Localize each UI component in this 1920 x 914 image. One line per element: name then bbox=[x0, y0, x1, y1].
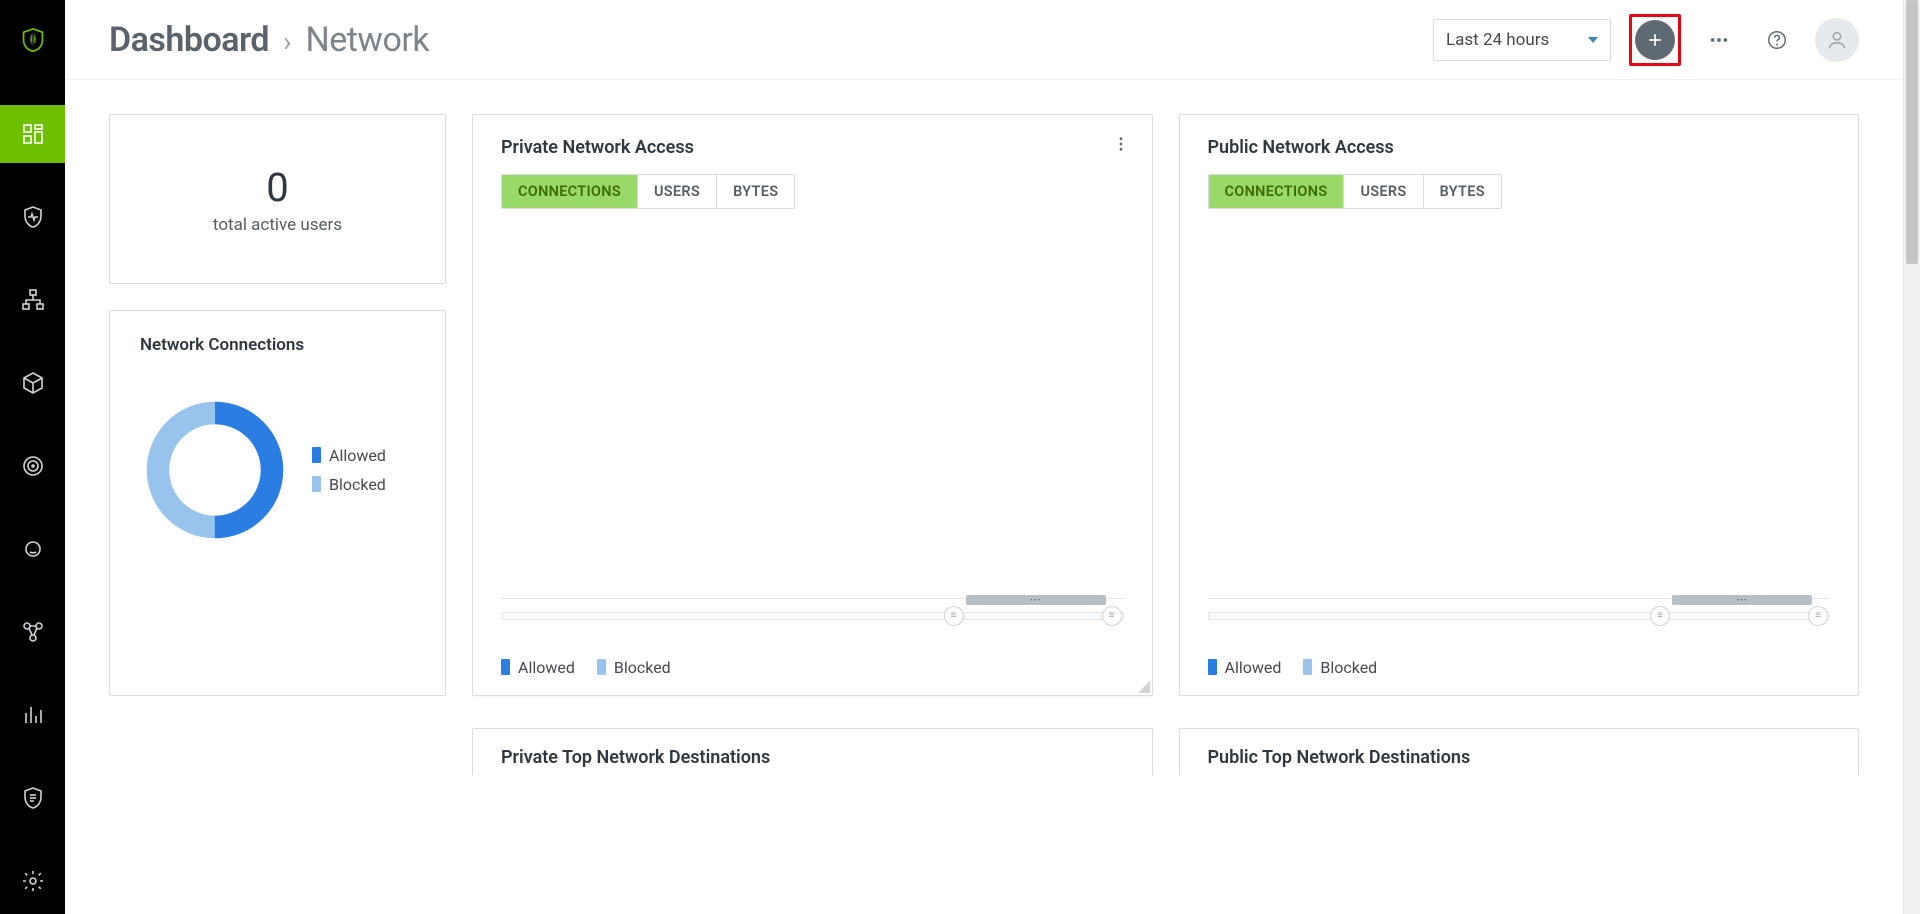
panel-legend: Allowed Blocked bbox=[501, 658, 1124, 677]
legend-blocked: Blocked bbox=[1303, 658, 1377, 677]
side-nav bbox=[0, 0, 65, 914]
card-title: Public Top Network Destinations bbox=[1208, 747, 1831, 768]
range-handle-end[interactable]: ≡ bbox=[1808, 606, 1828, 626]
sidebar-item-policies[interactable] bbox=[0, 769, 65, 827]
sidebar-item-settings[interactable] bbox=[0, 852, 65, 910]
sidebar-item-security[interactable] bbox=[0, 188, 65, 246]
caret-down-icon bbox=[1588, 37, 1598, 43]
range-handle-start[interactable]: ≡ bbox=[944, 606, 964, 626]
kpi-label: total active users bbox=[213, 215, 342, 235]
legend-allowed: Allowed bbox=[1208, 658, 1282, 677]
plus-icon bbox=[1645, 30, 1665, 50]
donut-legend: Allowed Blocked bbox=[312, 446, 386, 494]
chart-area bbox=[501, 217, 1124, 592]
kpi користувачів-value: 0 bbox=[266, 164, 288, 211]
time-range-picker[interactable]: Last 24 hours bbox=[1433, 19, 1611, 61]
target-icon bbox=[21, 454, 45, 478]
shield-pulse-icon bbox=[21, 205, 45, 229]
add-button-highlight bbox=[1629, 14, 1681, 66]
card-private-top-destinations: Private Top Network Destinations bbox=[472, 728, 1153, 776]
dashboard-icon bbox=[21, 122, 45, 146]
sidebar-item-reports[interactable] bbox=[0, 686, 65, 744]
legend-allowed: Allowed bbox=[501, 658, 575, 677]
face-id-icon bbox=[21, 537, 45, 561]
tab-bytes[interactable]: BYTES bbox=[717, 175, 794, 208]
more-button[interactable] bbox=[1699, 20, 1739, 60]
range-bar[interactable]: ••• bbox=[1672, 595, 1812, 605]
kebab-icon bbox=[1112, 135, 1130, 153]
card-title: Network Connections bbox=[140, 335, 415, 355]
sidebar-item-network[interactable] bbox=[0, 271, 65, 329]
card-public-top-destinations: Public Top Network Destinations bbox=[1179, 728, 1860, 776]
card-network-connections: Network Connections Allowed Blocked bbox=[109, 310, 446, 696]
breadcrumb: Dashboard › Network bbox=[109, 20, 429, 60]
range-bar[interactable]: ••• bbox=[966, 595, 1106, 605]
legend-blocked: Blocked bbox=[312, 475, 386, 494]
swatch-blocked-icon bbox=[312, 476, 321, 492]
tab-users[interactable]: USERS bbox=[638, 175, 717, 208]
resize-handle-icon[interactable] bbox=[1138, 681, 1150, 693]
page-header: Dashboard › Network Last 24 hours bbox=[65, 0, 1903, 80]
legend-allowed: Allowed bbox=[312, 446, 386, 465]
vertical-scrollbar[interactable] bbox=[1903, 0, 1920, 914]
donut-chart bbox=[140, 395, 290, 545]
breadcrumb-root[interactable]: Dashboard bbox=[109, 20, 269, 60]
swatch-blocked-icon bbox=[1303, 659, 1312, 675]
swatch-allowed-icon bbox=[501, 659, 510, 675]
card-private-network-access: Private Network Access CONNECTIONS USERS… bbox=[472, 114, 1153, 696]
sidebar-item-packages[interactable] bbox=[0, 354, 65, 412]
card-menu-button[interactable] bbox=[1112, 135, 1130, 157]
left-column: 0 total active users Network Connections… bbox=[109, 114, 446, 696]
range-handle-end[interactable]: ≡ bbox=[1102, 606, 1122, 626]
link-nodes-icon bbox=[21, 620, 45, 644]
help-icon bbox=[1766, 29, 1788, 51]
metric-tabs: CONNECTIONS USERS BYTES bbox=[501, 174, 795, 209]
tree-icon bbox=[21, 288, 45, 312]
swatch-allowed-icon bbox=[312, 447, 321, 463]
user-icon bbox=[1826, 29, 1848, 51]
tab-bytes[interactable]: BYTES bbox=[1424, 175, 1501, 208]
sidebar-item-integrations[interactable] bbox=[0, 603, 65, 661]
card-title: Private Top Network Destinations bbox=[501, 747, 1124, 768]
kpi-active-users: 0 total active users bbox=[109, 114, 446, 284]
panel-legend: Allowed Blocked bbox=[1208, 658, 1831, 677]
bar-chart-icon bbox=[21, 703, 45, 727]
sidebar-item-identity[interactable] bbox=[0, 520, 65, 578]
time-range-slider[interactable]: ••• ≡ ≡ bbox=[1208, 592, 1831, 640]
shield-list-icon bbox=[21, 786, 45, 810]
card-title: Private Network Access bbox=[501, 137, 1124, 158]
account-button[interactable] bbox=[1815, 18, 1859, 62]
dashboard-main: 0 total active users Network Connections… bbox=[65, 80, 1903, 914]
legend-blocked: Blocked bbox=[597, 658, 671, 677]
sidebar-item-dashboard[interactable] bbox=[0, 105, 65, 163]
card-title: Public Network Access bbox=[1208, 137, 1831, 158]
scrollbar-thumb[interactable] bbox=[1906, 0, 1918, 264]
ellipsis-icon bbox=[1708, 29, 1730, 51]
metric-tabs: CONNECTIONS USERS BYTES bbox=[1208, 174, 1502, 209]
add-button[interactable] bbox=[1635, 20, 1675, 60]
cube-icon bbox=[21, 371, 45, 395]
time-range-slider[interactable]: ••• ≡ ≡ bbox=[501, 592, 1124, 640]
sidebar-item-target[interactable] bbox=[0, 437, 65, 495]
chevron-right-icon: › bbox=[283, 28, 291, 56]
shield-logo-icon bbox=[21, 28, 45, 52]
range-handle-start[interactable]: ≡ bbox=[1650, 606, 1670, 626]
help-button[interactable] bbox=[1757, 20, 1797, 60]
swatch-allowed-icon bbox=[1208, 659, 1217, 675]
tab-connections[interactable]: CONNECTIONS bbox=[502, 175, 638, 208]
gear-icon bbox=[21, 869, 45, 893]
time-range-value: Last 24 hours bbox=[1446, 30, 1549, 50]
chart-area bbox=[1208, 217, 1831, 592]
card-public-network-access: Public Network Access CONNECTIONS USERS … bbox=[1179, 114, 1860, 696]
swatch-blocked-icon bbox=[597, 659, 606, 675]
breadcrumb-current: Network bbox=[305, 20, 429, 60]
brand-logo bbox=[0, 0, 65, 80]
tab-connections[interactable]: CONNECTIONS bbox=[1209, 175, 1345, 208]
header-actions: Last 24 hours bbox=[1433, 14, 1859, 66]
tab-users[interactable]: USERS bbox=[1344, 175, 1423, 208]
